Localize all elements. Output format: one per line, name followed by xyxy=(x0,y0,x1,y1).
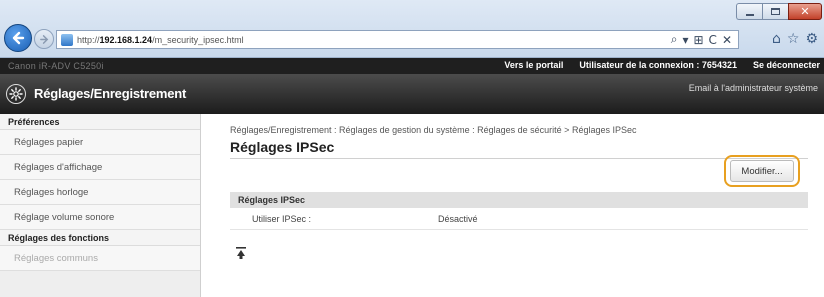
sidebar-item-common-settings[interactable]: Réglages communs xyxy=(0,246,200,271)
address-tools: ⌕ ▾ ⊞ C ✕ xyxy=(671,31,732,48)
portal-link[interactable]: Vers le portail xyxy=(504,60,563,70)
sidebar-item-clock-settings[interactable]: Réglages horloge xyxy=(0,180,200,205)
navigation-bar: http://192.168.1.24/m_security_ipsec.htm… xyxy=(0,19,824,57)
page-header: Réglages/Enregistrement Email à l'admini… xyxy=(0,74,824,114)
sidebar: Préférences Réglages papier Réglages d'a… xyxy=(0,114,201,297)
main-content: Réglages/Enregistrement : Réglages de ge… xyxy=(201,114,824,297)
setting-row-use-ipsec: Utiliser IPSec : Désactivé xyxy=(230,208,808,230)
logout-link[interactable]: Se déconnecter xyxy=(753,60,820,70)
settings-gear-icon xyxy=(6,84,26,104)
admin-email-link[interactable]: Email à l'administrateur système xyxy=(689,83,818,93)
arrow-right-icon xyxy=(39,34,48,44)
maximize-button[interactable] xyxy=(762,3,788,20)
home-icon[interactable]: ⌂ xyxy=(772,30,781,49)
arrow-left-icon xyxy=(12,31,25,45)
minimize-icon xyxy=(745,13,754,16)
modify-button[interactable]: Modifier... xyxy=(730,160,794,182)
breadcrumb: Réglages/Enregistrement : Réglages de ge… xyxy=(230,125,637,135)
sidebar-item-paper-settings[interactable]: Réglages papier xyxy=(0,130,200,155)
login-user-label: Utilisateur de la connexion : xyxy=(579,60,700,70)
gear-shape xyxy=(9,87,23,101)
title-divider xyxy=(230,158,808,159)
top-info-bar: Canon iR-ADV C5250i Vers le portail Util… xyxy=(0,58,824,74)
close-window-button[interactable]: ✕ xyxy=(788,3,822,20)
refresh-icon[interactable]: C xyxy=(709,33,717,47)
favorites-icon[interactable]: ☆ xyxy=(787,30,800,49)
url-text: http://192.168.1.24/m_security_ipsec.htm… xyxy=(77,34,244,45)
top-info-links: Vers le portail Utilisateur de la connex… xyxy=(504,60,820,70)
header-title: Réglages/Enregistrement xyxy=(34,86,187,101)
search-icon[interactable]: ⌕ xyxy=(671,32,678,47)
login-user-value: 7654321 xyxy=(701,60,737,70)
forward-button[interactable] xyxy=(34,29,54,49)
back-to-top-icon xyxy=(236,247,246,259)
back-to-top-link[interactable] xyxy=(236,247,246,259)
gear-icon[interactable]: ⚙ xyxy=(805,30,818,49)
dropdown-icon[interactable]: ▾ xyxy=(682,33,688,47)
device-name: Canon iR-ADV C5250i xyxy=(8,61,104,71)
setting-label: Utiliser IPSec : xyxy=(252,214,312,224)
back-button[interactable] xyxy=(4,24,32,52)
window-controls: ✕ xyxy=(736,3,822,20)
minimize-button[interactable] xyxy=(736,3,762,20)
sidebar-section-function-settings: Réglages des fonctions xyxy=(0,230,200,246)
setting-value: Désactivé xyxy=(438,214,478,224)
stop-icon[interactable]: ✕ xyxy=(722,33,732,47)
page-favicon-icon xyxy=(61,33,73,46)
address-bar[interactable]: http://192.168.1.24/m_security_ipsec.htm… xyxy=(56,30,739,49)
compat-view-icon[interactable]: ⊞ xyxy=(693,33,703,47)
sidebar-item-volume-settings[interactable]: Réglage volume sonore xyxy=(0,205,200,230)
browser-toolbar-icons: ⌂ ☆ ⚙ xyxy=(772,30,818,49)
section-header-ipsec: Réglages IPSec xyxy=(230,192,808,208)
browser-chrome: ✕ http://192.168.1.24/m_security_ipsec.h… xyxy=(0,0,824,58)
sidebar-section-preferences: Préférences xyxy=(0,114,200,130)
sidebar-item-display-settings[interactable]: Réglages d'affichage xyxy=(0,155,200,180)
close-icon: ✕ xyxy=(800,5,810,18)
maximize-icon xyxy=(771,8,780,15)
page-title: Réglages IPSec xyxy=(230,139,335,155)
login-user-info: Utilisateur de la connexion : 7654321 xyxy=(579,60,737,70)
